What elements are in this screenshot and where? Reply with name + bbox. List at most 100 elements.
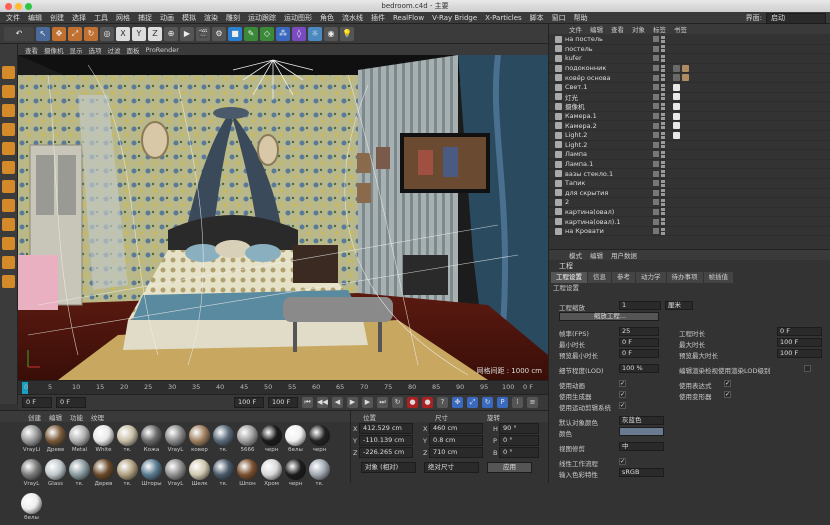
visibility-dots[interactable] [661,189,665,197]
material-swatch[interactable]: VrayLi [20,424,43,457]
deformer-icon[interactable]: ◊ [292,26,306,41]
visibility-dots[interactable] [661,102,665,110]
environment-icon[interactable]: ☼ [308,26,322,41]
select-arrow-icon[interactable]: ↖ [36,26,50,41]
cube-icon[interactable]: ■ [228,26,242,41]
x-axis-icon[interactable]: X [116,26,130,41]
scale-project-button[interactable]: 缩放工程... [559,312,659,321]
tab-todo[interactable]: 待办事项 [666,272,703,283]
coord-pos-field[interactable]: -110.139 cm [359,435,413,446]
menu-vray-bridge[interactable]: V-Ray Bridge [428,14,481,22]
visibility-dots[interactable] [661,45,665,53]
material-swatch[interactable]: тк. [308,458,331,491]
material-swatch[interactable]: Metal [68,424,91,457]
visibility-dots[interactable] [661,131,665,139]
object-layer-checkbox[interactable] [653,180,659,187]
end-frame-field[interactable]: 100 F [234,397,264,408]
material-tag-icon[interactable] [673,64,680,72]
pen-icon[interactable]: ✎ [244,26,258,41]
tab-interpolation[interactable]: 帧插值 [703,272,733,283]
obj-menu-file[interactable]: 文件 [565,24,586,34]
preview-end-field[interactable]: 100 F [268,397,298,408]
attr-menu-mode[interactable]: 模式 [565,250,586,260]
object-tag-icon[interactable] [673,122,680,130]
object-row[interactable]: Light.2 [549,141,830,151]
rotate-icon[interactable]: ↻ [84,26,98,41]
material-swatch[interactable]: VrayL [164,458,187,491]
obj-menu-tags[interactable]: 标签 [649,24,670,34]
object-row[interactable]: Камера.1 [549,112,830,122]
cloner-icon[interactable]: ⁂ [276,26,290,41]
visibility-dots[interactable] [661,35,665,43]
object-row[interactable]: для скрытия [549,189,830,199]
menu-mesh[interactable]: 网格 [112,13,134,23]
visibility-dots[interactable] [661,54,665,62]
key-position-icon[interactable]: ✥ [452,397,463,408]
use-expressions-checkbox[interactable]: ✓ [724,380,731,387]
axis-mode-icon[interactable] [2,180,15,193]
material-swatch[interactable]: тк. [212,424,235,457]
object-layer-checkbox[interactable] [653,103,659,110]
menu-snap[interactable]: 捕捉 [134,13,156,23]
object-layer-checkbox[interactable] [653,199,659,206]
visibility-dots[interactable] [661,160,665,168]
visibility-dots[interactable] [661,122,665,130]
object-tag-icon[interactable] [673,83,680,91]
timeline-menu-icon[interactable]: ≡ [527,397,538,408]
coord-size-field[interactable]: 0.8 cm [429,435,483,446]
goto-start-icon[interactable]: ⏮ [302,397,313,408]
vp-menu-view[interactable]: 查看 [22,45,41,55]
visibility-dots[interactable] [661,170,665,178]
visibility-dots[interactable] [661,74,665,82]
vp-menu-cameras[interactable]: 摄像机 [41,45,67,55]
min-time-field[interactable]: 0 F [619,338,659,347]
subdivision-icon[interactable]: ◇ [260,26,274,41]
coord-pos-field[interactable]: 412.529 cm [359,423,413,434]
coord-size-field[interactable]: 460 cm [429,423,483,434]
material-swatch[interactable]: черн [260,424,283,457]
menu-plugins[interactable]: 插件 [367,13,389,23]
object-layer-checkbox[interactable] [653,74,659,81]
linear-workflow-checkbox[interactable]: ✓ [619,458,626,465]
object-row[interactable]: картина(овал).1 [549,217,830,227]
object-layer-checkbox[interactable] [653,113,659,120]
material-swatch[interactable]: VrayL [20,458,43,491]
scale-unit-dropdown[interactable]: 厘米 [665,301,693,310]
model-mode-icon[interactable] [2,66,15,79]
attr-menu-userdata[interactable]: 用户数据 [607,250,641,260]
loop-icon[interactable]: ↻ [392,397,403,408]
workplane-icon[interactable] [2,104,15,117]
obj-menu-edit[interactable]: 编辑 [586,24,607,34]
mat-menu-texture[interactable]: 纹理 [87,412,108,422]
object-row[interactable]: kufer [549,54,830,64]
visibility-dots[interactable] [661,64,665,72]
autokey-icon[interactable]: ● [422,397,433,408]
material-swatch[interactable]: черн [308,424,331,457]
tab-dynamics[interactable]: 动力学 [636,272,666,283]
coord-pos-field[interactable]: -226.265 cm [359,447,413,458]
scale-field[interactable]: 1 [619,301,661,310]
attr-menu-edit[interactable]: 编辑 [586,250,607,260]
visibility-dots[interactable] [661,141,665,149]
use-motion-system-checkbox[interactable]: ✓ [619,402,626,409]
menu-edit[interactable]: 编辑 [24,13,46,23]
vp-menu-filter[interactable]: 过滤 [105,45,124,55]
object-layer-checkbox[interactable] [653,189,659,196]
menu-select[interactable]: 选择 [68,13,90,23]
use-generators-checkbox[interactable]: ✓ [619,391,626,398]
material-swatch[interactable]: Кожа [140,424,163,457]
menu-create[interactable]: 创建 [46,13,68,23]
locked-workplane-icon[interactable] [2,256,15,269]
coord-mode-dropdown[interactable]: 对象 (相对) [361,462,416,473]
object-layer-checkbox[interactable] [653,84,659,91]
timeline-ruler[interactable]: 0 5 10 15 20 25 30 35 40 45 50 55 60 65 … [18,380,548,394]
material-swatch[interactable]: ковер [188,424,211,457]
planar-workplane-icon[interactable] [2,275,15,288]
visibility-dots[interactable] [661,93,665,101]
points-mode-icon[interactable] [2,123,15,136]
current-frame-field[interactable]: 0 F [56,397,86,408]
material-swatch[interactable]: тк. [212,458,235,491]
visibility-dots[interactable] [661,208,665,216]
visibility-dots[interactable] [661,150,665,158]
menu-motion-tracking[interactable]: 运动跟踪 [244,13,280,23]
